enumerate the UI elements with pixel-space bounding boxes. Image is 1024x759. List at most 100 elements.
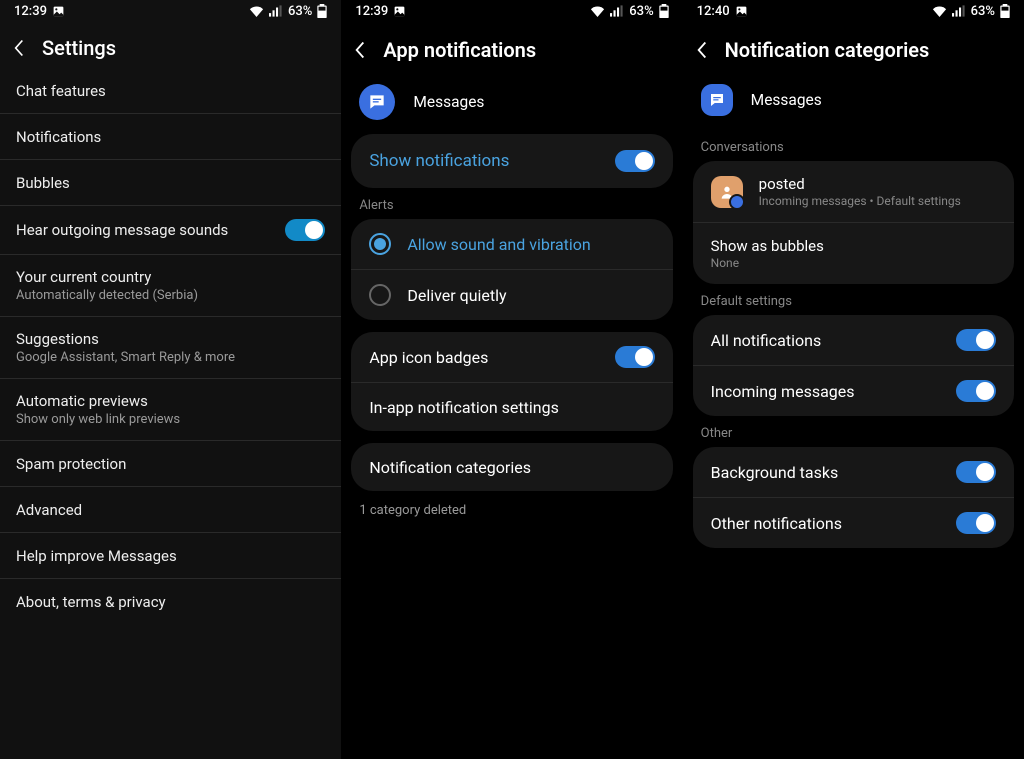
status-bar: 12:39 63%	[0, 0, 341, 22]
allow-sound-row[interactable]: Allow sound and vibration	[351, 219, 672, 270]
other-notifications-toggle[interactable]	[956, 512, 996, 534]
app-row: Messages	[683, 76, 1024, 130]
status-time: 12:39	[14, 4, 47, 19]
settings-row-10[interactable]: About, terms & privacy	[0, 579, 341, 625]
notification-categories-panel: 12:40 63% Notification categories Messag…	[683, 0, 1024, 759]
show-as-bubbles-label: Show as bubbles	[711, 237, 996, 255]
row-subtitle: Show only web link previews	[16, 412, 325, 427]
status-time: 12:39	[355, 4, 388, 19]
in-app-settings-label: In-app notification settings	[369, 398, 654, 417]
app-name: Messages	[413, 93, 484, 111]
messages-app-icon	[701, 84, 733, 116]
back-icon[interactable]	[355, 41, 365, 59]
row-title: Advanced	[16, 501, 325, 519]
wifi-icon	[590, 5, 605, 17]
settings-row-9[interactable]: Help improve Messages	[0, 533, 341, 579]
background-tasks-row[interactable]: Background tasks	[693, 447, 1014, 498]
battery-icon	[317, 4, 327, 18]
app-icon-badges-row[interactable]: App icon badges	[351, 332, 672, 383]
battery-pct: 63%	[629, 4, 653, 19]
default-settings-section-label: Default settings	[683, 284, 1024, 315]
background-tasks-label: Background tasks	[711, 463, 940, 482]
status-time: 12:40	[697, 4, 730, 19]
row-title: Chat features	[16, 82, 325, 100]
status-bar: 12:40 63%	[683, 0, 1024, 22]
row-title: Automatic previews	[16, 392, 325, 410]
show-notifications-toggle[interactable]	[615, 150, 655, 172]
row-toggle[interactable]	[285, 219, 325, 241]
settings-row-6[interactable]: Automatic previews Show only web link pre…	[0, 379, 341, 441]
battery-icon	[1000, 4, 1010, 18]
deliver-quietly-row[interactable]: Deliver quietly	[351, 270, 672, 320]
page-title: App notifications	[383, 38, 536, 62]
all-notifications-toggle[interactable]	[956, 329, 996, 351]
incoming-messages-label: Incoming messages	[711, 382, 940, 401]
other-card: Background tasks Other notifications	[693, 447, 1014, 548]
in-app-settings-row[interactable]: In-app notification settings	[351, 383, 672, 431]
app-icon-badges-label: App icon badges	[369, 348, 598, 367]
allow-sound-label: Allow sound and vibration	[407, 235, 654, 254]
badges-card: App icon badges In-app notification sett…	[351, 332, 672, 431]
radio-on-icon[interactable]	[369, 233, 391, 255]
settings-row-5[interactable]: SuggestionsGoogle Assistant, Smart Reply…	[0, 317, 341, 379]
row-title: Help improve Messages	[16, 547, 325, 565]
row-title: About, terms & privacy	[16, 593, 325, 611]
settings-row-1[interactable]: Notifications	[0, 114, 341, 160]
app-icon-badges-toggle[interactable]	[615, 346, 655, 368]
page-title: Notification categories	[725, 38, 930, 62]
show-notifications-card[interactable]: Show notifications	[351, 134, 672, 188]
conversations-section-label: Conversations	[683, 130, 1024, 161]
other-section-label: Other	[683, 416, 1024, 447]
notification-categories-card[interactable]: Notification categories	[351, 443, 672, 491]
signal-icon	[610, 5, 624, 17]
row-title: Hear outgoing message sounds	[16, 221, 285, 239]
settings-row-2[interactable]: Bubbles	[0, 160, 341, 206]
settings-row-3[interactable]: Hear outgoing message sounds	[0, 206, 341, 255]
all-notifications-row[interactable]: All notifications	[693, 315, 1014, 366]
default-settings-card: All notifications Incoming messages	[693, 315, 1014, 416]
posted-sub: Incoming messages • Default settings	[759, 194, 996, 208]
settings-row-7[interactable]: Spam protection	[0, 441, 341, 487]
settings-row-4[interactable]: Your current countryAutomatically detect…	[0, 255, 341, 317]
settings-row-0[interactable]: Chat features	[0, 68, 341, 114]
posted-title: posted	[759, 175, 996, 193]
back-icon[interactable]	[14, 39, 24, 57]
wifi-icon	[932, 5, 947, 17]
back-icon[interactable]	[697, 41, 707, 59]
alerts-card: Allow sound and vibration Deliver quietl…	[351, 219, 672, 320]
signal-icon	[269, 5, 283, 17]
row-title: Bubbles	[16, 174, 325, 192]
all-notifications-label: All notifications	[711, 331, 940, 350]
signal-icon	[952, 5, 966, 17]
battery-pct: 63%	[971, 4, 995, 19]
alerts-section-label: Alerts	[341, 188, 682, 219]
incoming-messages-toggle[interactable]	[956, 380, 996, 402]
show-as-bubbles-value: None	[711, 256, 996, 270]
settings-list: Chat features Notifications Bubbles Hear ou…	[0, 68, 341, 625]
footer-note: 1 category deleted	[341, 491, 682, 530]
page-title: Settings	[42, 36, 116, 60]
settings-panel: 12:39 63% Settings Chat features Notifica…	[0, 0, 341, 759]
header: Notification categories	[683, 22, 1024, 76]
header: App notifications	[341, 22, 682, 76]
show-as-bubbles-row[interactable]: Show as bubbles None	[693, 223, 1014, 284]
header: Settings	[0, 22, 341, 68]
radio-off-icon[interactable]	[369, 284, 391, 306]
wifi-icon	[249, 5, 264, 17]
messages-app-icon	[359, 84, 395, 120]
posted-row[interactable]: posted Incoming messages • Default setti…	[693, 161, 1014, 223]
contact-avatar-icon	[711, 176, 743, 208]
row-subtitle: Google Assistant, Smart Reply & more	[16, 350, 325, 365]
status-bar: 12:39 63%	[341, 0, 682, 22]
background-tasks-toggle[interactable]	[956, 461, 996, 483]
other-notifications-row[interactable]: Other notifications	[693, 498, 1014, 548]
incoming-messages-row[interactable]: Incoming messages	[693, 366, 1014, 416]
settings-row-8[interactable]: Advanced	[0, 487, 341, 533]
app-name: Messages	[751, 91, 822, 109]
battery-icon	[659, 4, 669, 18]
notification-categories-label: Notification categories	[369, 458, 654, 477]
deliver-quietly-label: Deliver quietly	[407, 286, 654, 305]
row-title: Your current country	[16, 268, 325, 286]
row-title: Spam protection	[16, 455, 325, 473]
battery-pct: 63%	[288, 4, 312, 19]
